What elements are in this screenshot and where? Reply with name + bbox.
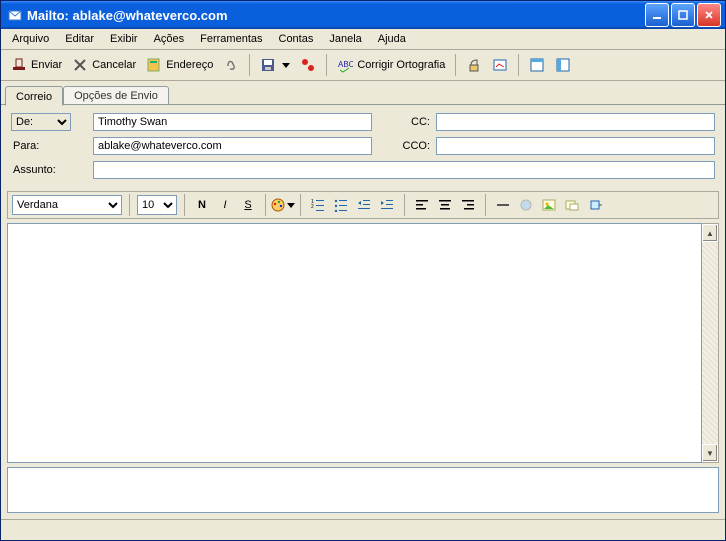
align-right-button[interactable]	[458, 195, 478, 215]
numlist-icon: 12	[310, 197, 326, 213]
pane-split-icon	[555, 57, 571, 73]
address-book-icon	[146, 57, 162, 73]
view2-button[interactable]	[551, 51, 575, 79]
tabbar: Correio Opções de Envio	[1, 81, 725, 105]
font-select[interactable]: Verdana	[12, 195, 122, 215]
attachment-area[interactable]	[7, 467, 719, 513]
menu-ferramentas[interactable]: Ferramentas	[193, 31, 269, 47]
app-icon	[7, 7, 23, 23]
priority-button[interactable]	[296, 51, 320, 79]
titlebar: Mailto: ablake@whateverco.com	[1, 1, 725, 29]
menu-contas[interactable]: Contas	[272, 31, 321, 47]
separator	[518, 54, 519, 76]
link-button[interactable]	[516, 195, 536, 215]
object-icon	[564, 197, 580, 213]
scroll-down-button[interactable]: ▼	[702, 444, 718, 462]
to-label: Para:	[11, 140, 87, 152]
separator	[326, 54, 327, 76]
underline-button[interactable]: S	[238, 195, 258, 215]
address-button[interactable]: Endereço	[142, 51, 217, 79]
bulletlist-icon	[333, 197, 349, 213]
header-fields: De: CC: Para: CCO:	[1, 105, 725, 161]
save-button[interactable]	[256, 51, 294, 79]
image-icon	[541, 197, 557, 213]
maximize-button[interactable]	[671, 3, 695, 27]
from-dropdown[interactable]: De:	[11, 113, 71, 131]
pane-icon	[529, 57, 545, 73]
subject-field[interactable]	[93, 161, 715, 179]
bold-button[interactable]: N	[192, 195, 212, 215]
align-right-icon	[460, 197, 476, 213]
indent-button[interactable]	[377, 195, 397, 215]
message-body[interactable]	[7, 223, 702, 463]
cancel-button[interactable]: Cancelar	[68, 51, 140, 79]
separator	[455, 54, 456, 76]
close-button[interactable]	[697, 3, 721, 27]
scroll-up-button[interactable]: ▲	[702, 224, 718, 242]
symbol-button[interactable]	[585, 195, 605, 215]
globe-icon	[518, 197, 534, 213]
toolbar: Enviar Cancelar Endereço ABC Corrigir Or…	[1, 50, 725, 81]
statusbar	[1, 519, 725, 540]
svg-text:2: 2	[311, 204, 314, 210]
menu-editar[interactable]: Editar	[58, 31, 101, 47]
palette-icon	[271, 197, 285, 213]
menu-ajuda[interactable]: Ajuda	[371, 31, 413, 47]
hr-icon	[495, 197, 511, 213]
italic-button[interactable]: I	[215, 195, 235, 215]
dropdown-arrow-icon	[282, 63, 290, 68]
object-button[interactable]	[562, 195, 582, 215]
window-title: Mailto: ablake@whateverco.com	[27, 8, 645, 23]
menu-arquivo[interactable]: Arquivo	[5, 31, 56, 47]
lock-button[interactable]	[462, 51, 486, 79]
view1-button[interactable]	[525, 51, 549, 79]
scrollbar[interactable]: ▲ ▼	[702, 223, 719, 463]
sign-button[interactable]	[488, 51, 512, 79]
disk-icon	[260, 57, 276, 73]
indent-icon	[379, 197, 395, 213]
bcc-label: CCO:	[378, 140, 430, 152]
color-button[interactable]	[273, 195, 293, 215]
image-button[interactable]	[539, 195, 559, 215]
cc-field[interactable]	[436, 113, 715, 131]
cancel-icon	[72, 57, 88, 73]
to-field[interactable]	[93, 137, 372, 155]
separator	[249, 54, 250, 76]
numbered-list-button[interactable]: 12	[308, 195, 328, 215]
send-button[interactable]: Enviar	[7, 51, 66, 79]
menu-exibir[interactable]: Exibir	[103, 31, 145, 47]
subject-label: Assunto:	[11, 164, 87, 176]
menu-janela[interactable]: Janela	[322, 31, 368, 47]
hr-button[interactable]	[493, 195, 513, 215]
bcc-field[interactable]	[436, 137, 715, 155]
symbol-icon	[587, 197, 603, 213]
menu-acoes[interactable]: Ações	[147, 31, 192, 47]
scroll-track[interactable]	[702, 242, 718, 444]
svg-text:ABC: ABC	[338, 60, 353, 69]
paperclip-icon	[223, 57, 239, 73]
format-toolbar: Verdana 10 N I S 12	[7, 191, 719, 219]
menubar: Arquivo Editar Exibir Ações Ferramentas …	[1, 29, 725, 50]
align-center-icon	[437, 197, 453, 213]
tab-correio[interactable]: Correio	[5, 86, 63, 106]
align-center-button[interactable]	[435, 195, 455, 215]
cc-label: CC:	[378, 116, 430, 128]
lock-icon	[466, 57, 482, 73]
priority-icon	[300, 57, 316, 73]
align-left-icon	[414, 197, 430, 213]
spellcheck-button[interactable]: ABC Corrigir Ortografia	[333, 51, 449, 79]
from-field[interactable]	[93, 113, 372, 131]
attach-button[interactable]	[219, 51, 243, 79]
sign-icon	[492, 57, 508, 73]
compose-window: Mailto: ablake@whateverco.com Arquivo Ed…	[0, 0, 726, 541]
outdent-icon	[356, 197, 372, 213]
align-left-button[interactable]	[412, 195, 432, 215]
size-select[interactable]: 10	[137, 195, 177, 215]
bullet-list-button[interactable]	[331, 195, 351, 215]
tab-opcoes-envio[interactable]: Opções de Envio	[63, 86, 169, 105]
outdent-button[interactable]	[354, 195, 374, 215]
minimize-button[interactable]	[645, 3, 669, 27]
spellcheck-icon: ABC	[337, 57, 353, 73]
send-icon	[11, 57, 27, 73]
